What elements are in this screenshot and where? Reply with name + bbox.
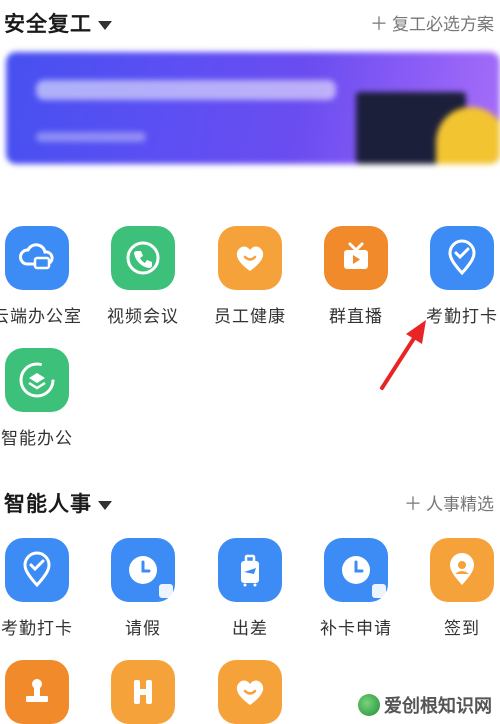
app-item-health-2[interactable] <box>195 660 305 724</box>
location-check-icon <box>430 226 494 290</box>
app-item-h[interactable] <box>88 660 198 724</box>
heart-icon <box>218 660 282 724</box>
app-item-leave[interactable]: 请假 <box>88 538 198 639</box>
caret-down-icon <box>98 500 112 510</box>
app-label: 出差 <box>232 619 268 639</box>
badge-icon <box>372 584 386 598</box>
stamp-icon <box>5 660 69 724</box>
app-label: 补卡申请 <box>320 619 392 639</box>
app-item-business-trip[interactable]: 出差 <box>195 538 305 639</box>
h-letter-icon <box>111 660 175 724</box>
app-item-group-live[interactable]: 群直播 <box>301 226 411 327</box>
live-tv-icon <box>324 226 388 290</box>
annotation-arrow-icon <box>380 320 426 390</box>
app-label: 签到 <box>444 619 480 639</box>
video-call-icon <box>111 226 175 290</box>
location-check-icon <box>5 538 69 602</box>
app-label: 云端办公室 <box>0 307 82 327</box>
heart-icon <box>218 226 282 290</box>
app-item-stamp[interactable] <box>0 660 92 724</box>
app-label: 考勤打卡 <box>1 619 73 639</box>
watermark-logo-icon <box>358 694 380 716</box>
clock-icon <box>111 538 175 602</box>
section-action-link[interactable]: ＋人事精选 <box>404 490 494 516</box>
plus-icon: ＋ <box>370 14 388 35</box>
app-item-punch-correction[interactable]: 补卡申请 <box>301 538 411 639</box>
section-header-safe-return: 安全复工 ＋复工必选方案 <box>0 2 500 42</box>
clock-icon <box>324 538 388 602</box>
location-pin-icon <box>430 538 494 602</box>
section-title[interactable]: 安全复工 <box>4 8 112 38</box>
app-item-attendance-hr[interactable]: 考勤打卡 <box>0 538 92 639</box>
watermark: 爱创根知识网 <box>358 692 492 718</box>
app-label: 智能办公 <box>1 429 73 449</box>
section-header-smart-hr: 智能人事 ＋人事精选 <box>0 482 500 522</box>
badge-icon <box>159 584 173 598</box>
section-action-link[interactable]: ＋复工必选方案 <box>370 10 494 36</box>
app-item-check-in[interactable]: 签到 <box>407 538 500 639</box>
smart-office-icon <box>5 348 69 412</box>
promo-banner[interactable] <box>6 52 500 164</box>
caret-down-icon <box>98 20 112 30</box>
app-item-smart-office[interactable]: 智能办公 <box>0 348 92 449</box>
app-item-attendance[interactable]: 考勤打卡 <box>407 226 500 327</box>
app-label: 员工健康 <box>214 307 286 327</box>
suitcase-icon <box>218 538 282 602</box>
cloud-office-icon <box>5 226 69 290</box>
app-item-cloud-office[interactable]: 云端办公室 <box>0 226 92 327</box>
app-label: 视频会议 <box>107 307 179 327</box>
app-item-video-meeting[interactable]: 视频会议 <box>88 226 198 327</box>
plus-icon: ＋ <box>404 494 422 515</box>
section-title[interactable]: 智能人事 <box>4 488 112 518</box>
app-item-employee-health[interactable]: 员工健康 <box>195 226 305 327</box>
app-label: 请假 <box>125 619 161 639</box>
